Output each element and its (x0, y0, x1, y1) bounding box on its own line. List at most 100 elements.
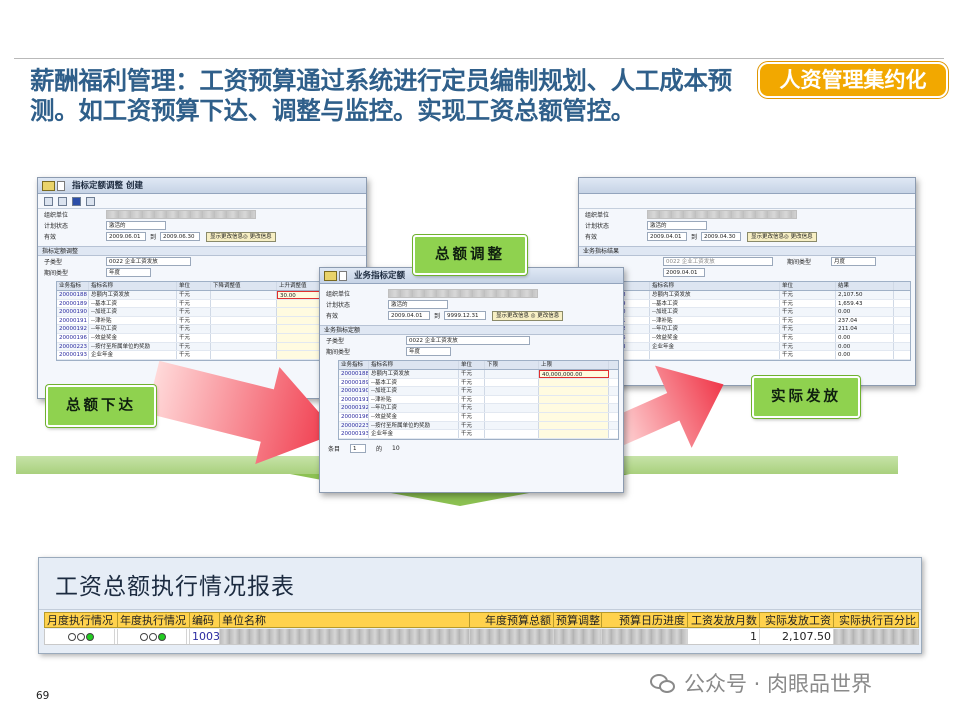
quota-table: 业务指标 指标名称 单位 下限 上限 20000188 总额内工资发放 千元 40,0… (338, 360, 619, 440)
table-cell: 20000193 (341, 430, 369, 438)
subtype-select[interactable]: 0022 企业工资发放 (663, 257, 773, 266)
window-titlebar: 指标定额调整 创建 (38, 178, 366, 194)
plan-status-field[interactable]: 激活的 (647, 221, 707, 230)
editable-cell[interactable] (539, 378, 609, 387)
table-cell: --津补贴 (369, 395, 459, 404)
page-input[interactable]: 1 (350, 443, 367, 453)
table-cell (211, 291, 277, 299)
table-row: 8总额内工资发放千元2,107.50 (620, 291, 910, 300)
org-unit-row: 组织单位 (579, 209, 915, 220)
table-cell: --基本工资 (89, 299, 177, 308)
plan-status-row: 计划状态 激活的 (579, 220, 915, 231)
unit-name-redacted (220, 629, 470, 644)
table-row: 3企业年金千元0.00 (620, 342, 910, 352)
date-to-field[interactable]: 2009.06.30 (160, 232, 201, 241)
quota-result-table: 指标名称 单位 结果 8总额内工资发放千元2,107.509--基本工资千元1,… (619, 281, 911, 361)
budget-adjust-redacted (554, 629, 602, 644)
editable-cell[interactable] (539, 395, 609, 404)
editable-cell[interactable]: 40,000,000.00 (539, 370, 609, 378)
show-change-info-button[interactable]: 显示更改信息 ◎ 更改信息 (492, 310, 564, 321)
table-cell: --津补贴 (89, 316, 177, 325)
subtype-row: 0022 企业工资发放 期间类型 月度 (579, 256, 915, 267)
valid-row: 有效 2009.04.01 到 9999.12.31 显示更改信息 ◎ 更改信息 (320, 310, 623, 321)
table-cell (211, 325, 277, 333)
list-icon[interactable] (86, 197, 95, 206)
table-cell: 千元 (177, 291, 211, 299)
table-cell: 20000223 (341, 421, 369, 430)
table-cell (211, 342, 277, 351)
table-cell: 千元 (177, 333, 211, 342)
date-from-field[interactable]: 2009.04.01 (388, 311, 430, 320)
table-cell: 千元 (459, 412, 485, 421)
period-type-field[interactable]: 年度 (106, 268, 151, 277)
table-cell (485, 395, 539, 404)
editable-cell[interactable] (539, 430, 609, 438)
annual-budget-redacted (470, 629, 554, 644)
table-cell: 千元 (780, 325, 836, 333)
table-row: 0--加班工资千元0.00 (620, 308, 910, 317)
plan-status-field[interactable]: 激活的 (388, 300, 448, 309)
table-cell: 千元 (459, 404, 485, 412)
date-to-field[interactable]: 9999.12.31 (444, 311, 487, 320)
table-cell: 千元 (459, 378, 485, 387)
table-row: 6--效益奖金千元0.00 (620, 333, 910, 343)
toolbar (579, 194, 915, 209)
table-cell: 千元 (780, 308, 836, 316)
editable-cell[interactable] (539, 404, 609, 412)
table-row: 20000190 --加班工资 千元 (339, 387, 618, 396)
report-header-row: 月度执行情况 年度执行情况 编码 单位名称 年度预算总额 预算调整 预算日历进度… (44, 612, 919, 628)
table-cell: 20000188 (341, 370, 369, 378)
org-unit-row: 组织单位 (320, 288, 623, 299)
table-cell (211, 316, 277, 325)
table-cell: --年功工资 (369, 404, 459, 412)
report-title: 工资总额执行情况报表 (39, 558, 921, 610)
subtype-select[interactable]: 0022 企业工资发放 (406, 336, 530, 345)
table-cell (485, 378, 539, 387)
date-from-field[interactable]: 2009.04.01 (647, 232, 687, 241)
table-row: 20000189 --基本工资 千元 (57, 299, 361, 309)
date-to-field[interactable]: 2009.04.30 (701, 232, 742, 241)
table-cell: 20000196 (59, 333, 89, 342)
pay-months: 1 (688, 629, 760, 644)
period-type-field[interactable]: 月度 (831, 257, 876, 266)
monthly-status-lights (45, 629, 118, 644)
date-row: 2009.04.01 (579, 267, 915, 278)
table-cell (211, 299, 277, 308)
delete-icon[interactable] (58, 197, 67, 206)
info-icon[interactable] (72, 197, 81, 206)
show-change-info-button[interactable]: 显示更改信息◎ 更改信息 (747, 231, 817, 242)
org-unit-field[interactable] (647, 210, 797, 219)
copy-icon[interactable] (44, 197, 53, 206)
table-cell: 千元 (177, 308, 211, 316)
table-cell: 0.00 (836, 342, 894, 351)
window-title: 指标定额调整 创建 (72, 181, 143, 191)
org-unit-field[interactable] (106, 210, 256, 219)
table-cell: 20000189 (59, 299, 89, 308)
editable-cell[interactable] (539, 412, 609, 421)
table-cell: 企业年金 (369, 430, 459, 438)
sap-menu-icon[interactable] (42, 181, 55, 191)
editable-cell[interactable] (539, 387, 609, 395)
actual-paid: 2,107.50 (760, 629, 834, 644)
table-row: 9--基本工资千元1,659.43 (620, 299, 910, 309)
table-cell: --按付至所属单位的奖励 (369, 421, 459, 430)
valid-row: 有效 2009.04.01 到 2009.04.30 显示更改信息◎ 更改信息 (579, 231, 915, 242)
table-cell: 9 (620, 299, 650, 308)
window-title: 业务指标定额 (354, 271, 406, 281)
date-from-field[interactable]: 2009.06.01 (106, 232, 146, 241)
sap-menu-icon[interactable] (324, 271, 337, 281)
period-row: 期间类型 年度 (320, 346, 623, 357)
period-type-field[interactable]: 年度 (406, 347, 451, 356)
org-unit-field[interactable] (388, 289, 538, 298)
show-change-info-button[interactable]: 显示更改信息◎ 更改信息 (206, 231, 276, 242)
pager: 条目 1 的 10 (328, 443, 400, 453)
table-row: 20000193 企业年金 千元 (339, 430, 618, 439)
subtype-select[interactable]: 0022 企业工资发放 (106, 257, 191, 266)
table-cell: 千元 (459, 370, 485, 378)
page-icon (57, 181, 65, 191)
table-row: 20000223 --按付至所属单位的奖励 千元 (57, 342, 361, 352)
table-cell: 千元 (780, 299, 836, 308)
table-cell: 千元 (177, 342, 211, 351)
editable-cell[interactable] (539, 421, 609, 430)
plan-status-field[interactable]: 激活的 (106, 221, 166, 230)
